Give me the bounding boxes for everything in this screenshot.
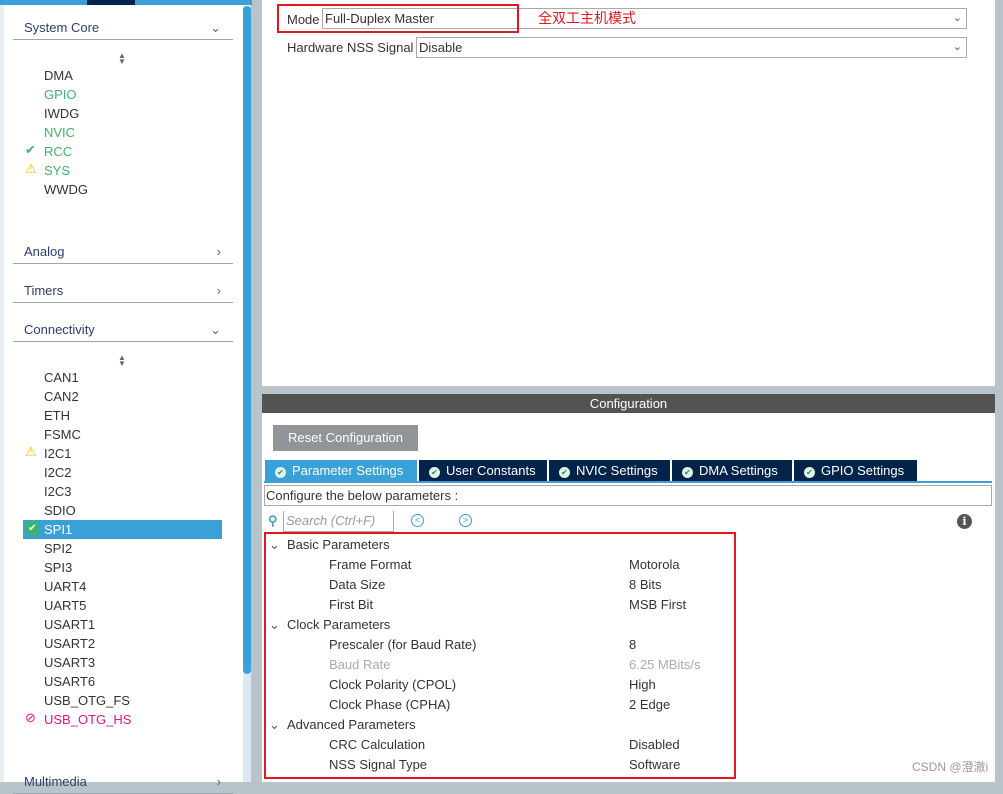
sidebar-item-can2[interactable]: CAN2 [44, 387, 79, 406]
check-icon: ✔ [275, 467, 286, 478]
next-icon[interactable]: > [459, 514, 472, 527]
check-icon: ✔ [429, 467, 440, 478]
highlight-box [264, 532, 736, 779]
category-multimedia[interactable]: Multimedia › [13, 770, 233, 794]
check-icon: ✔ [559, 467, 570, 478]
sidebar-item-usart2[interactable]: USART2 [44, 634, 95, 653]
tab-label: User Constants [446, 463, 536, 478]
highlight-box [277, 4, 519, 33]
tab-label: DMA Settings [699, 463, 778, 478]
search-icon: ⚲ [268, 513, 278, 528]
sidebar-item-dma[interactable]: DMA [44, 66, 73, 85]
previous-icon[interactable]: < [411, 514, 424, 527]
tab-label: GPIO Settings [821, 463, 905, 478]
category-connectivity[interactable]: Connectivity ⌄ [13, 318, 233, 342]
sidebar-item-uart5[interactable]: UART5 [44, 596, 86, 615]
warning-icon: ⚠ [25, 444, 37, 459]
sidebar-item-rcc[interactable]: RCC [44, 142, 72, 161]
tab-label: NVIC Settings [576, 463, 658, 478]
mode-panel: Mode Full-Duplex Master ⌄ 全双工主机模式 Hardwar… [262, 0, 995, 386]
check-icon: ✔ [25, 142, 36, 157]
chevron-down-icon: ⌄ [210, 20, 221, 35]
chevron-down-icon: ⌄ [952, 12, 962, 24]
disabled-icon: ⊘ [25, 710, 36, 725]
tab-nvic-settings[interactable]: ✔ NVIC Settings [549, 460, 671, 481]
configuration-header: Configuration [262, 394, 995, 413]
chevron-right-icon: › [216, 244, 221, 259]
chevron-down-icon: ⌄ [952, 41, 962, 53]
top-tab-strip [0, 0, 252, 5]
search-input[interactable]: Search (Ctrl+F) [283, 511, 394, 532]
sidebar-item-spi3[interactable]: SPI3 [44, 558, 72, 577]
tab-user-constants[interactable]: ✔ User Constants [419, 460, 548, 481]
sidebar-item-eth[interactable]: ETH [44, 406, 70, 425]
check-icon: ✔ [682, 467, 693, 478]
info-icon[interactable]: i [957, 514, 972, 529]
sidebar-item-usart1[interactable]: USART1 [44, 615, 95, 634]
sidebar-item-spi2[interactable]: SPI2 [44, 539, 72, 558]
sidebar-item-usart6[interactable]: USART6 [44, 672, 95, 691]
sidebar-scrollbar[interactable] [243, 6, 251, 674]
sidebar-item-gpio[interactable]: GPIO [44, 85, 77, 104]
sidebar-item-nvic[interactable]: NVIC [44, 123, 75, 142]
sidebar-item-usb_otg_hs[interactable]: USB_OTG_HS [44, 710, 131, 729]
sidebar-item-spi1[interactable]: SPI1 [44, 520, 72, 539]
sidebar [0, 0, 250, 782]
sidebar-item-usart3[interactable]: USART3 [44, 653, 95, 672]
tab-dma-settings[interactable]: ✔ DMA Settings [672, 460, 793, 481]
chevron-right-icon: › [216, 283, 221, 298]
sidebar-item-i2c2[interactable]: I2C2 [44, 463, 71, 482]
sidebar-item-can1[interactable]: CAN1 [44, 368, 79, 387]
sidebar-item-iwdg[interactable]: IWDG [44, 104, 79, 123]
sort-icon[interactable]: ▲ ▼ [118, 354, 126, 368]
nss-label: Hardware NSS Signal [287, 40, 414, 55]
sidebar-item-usb_otg_fs[interactable]: USB_OTG_FS [44, 691, 130, 710]
warning-icon: ⚠ [25, 161, 37, 176]
sidebar-item-uart4[interactable]: UART4 [44, 577, 86, 596]
tab-gpio-settings[interactable]: ✔ GPIO Settings [794, 460, 918, 481]
check-icon: ✔ [804, 467, 815, 478]
sidebar-item-wwdg[interactable]: WWDG [44, 180, 88, 199]
category-label: Connectivity [24, 322, 95, 337]
config-hint: Configure the below parameters : [264, 485, 992, 506]
sidebar-item-sdio[interactable]: SDIO [44, 501, 76, 520]
mode-annotation: 全双工主机模式 [538, 10, 636, 26]
tab-label: Parameter Settings [292, 463, 404, 478]
tab-parameter-settings[interactable]: ✔ Parameter Settings [265, 460, 418, 481]
category-label: System Core [24, 20, 100, 35]
check-icon: ✔ [25, 521, 40, 536]
sidebar-item-i2c1[interactable]: I2C1 [44, 444, 71, 463]
sidebar-item-sys[interactable]: SYS [44, 161, 70, 180]
nss-select[interactable]: Disable ⌄ [416, 37, 967, 58]
tab-underline [264, 481, 992, 483]
chevron-down-icon: ⌄ [210, 322, 221, 337]
nss-value: Disable [419, 40, 463, 55]
sidebar-item-fsmc[interactable]: FSMC [44, 425, 81, 444]
category-label: Timers [24, 283, 64, 298]
category-timers[interactable]: Timers › [13, 279, 233, 303]
chevron-right-icon: › [216, 774, 221, 789]
sort-icon[interactable]: ▲ ▼ [118, 52, 126, 66]
sidebar-item-i2c3[interactable]: I2C3 [44, 482, 71, 501]
active-tab-indicator[interactable] [87, 0, 135, 5]
category-system-core[interactable]: System Core ⌄ [13, 16, 233, 40]
category-label: Analog [24, 244, 65, 259]
category-analog[interactable]: Analog › [13, 240, 233, 264]
reset-configuration-button[interactable]: Reset Configuration [273, 425, 418, 451]
watermark: CSDN @澄澈i [912, 760, 989, 774]
